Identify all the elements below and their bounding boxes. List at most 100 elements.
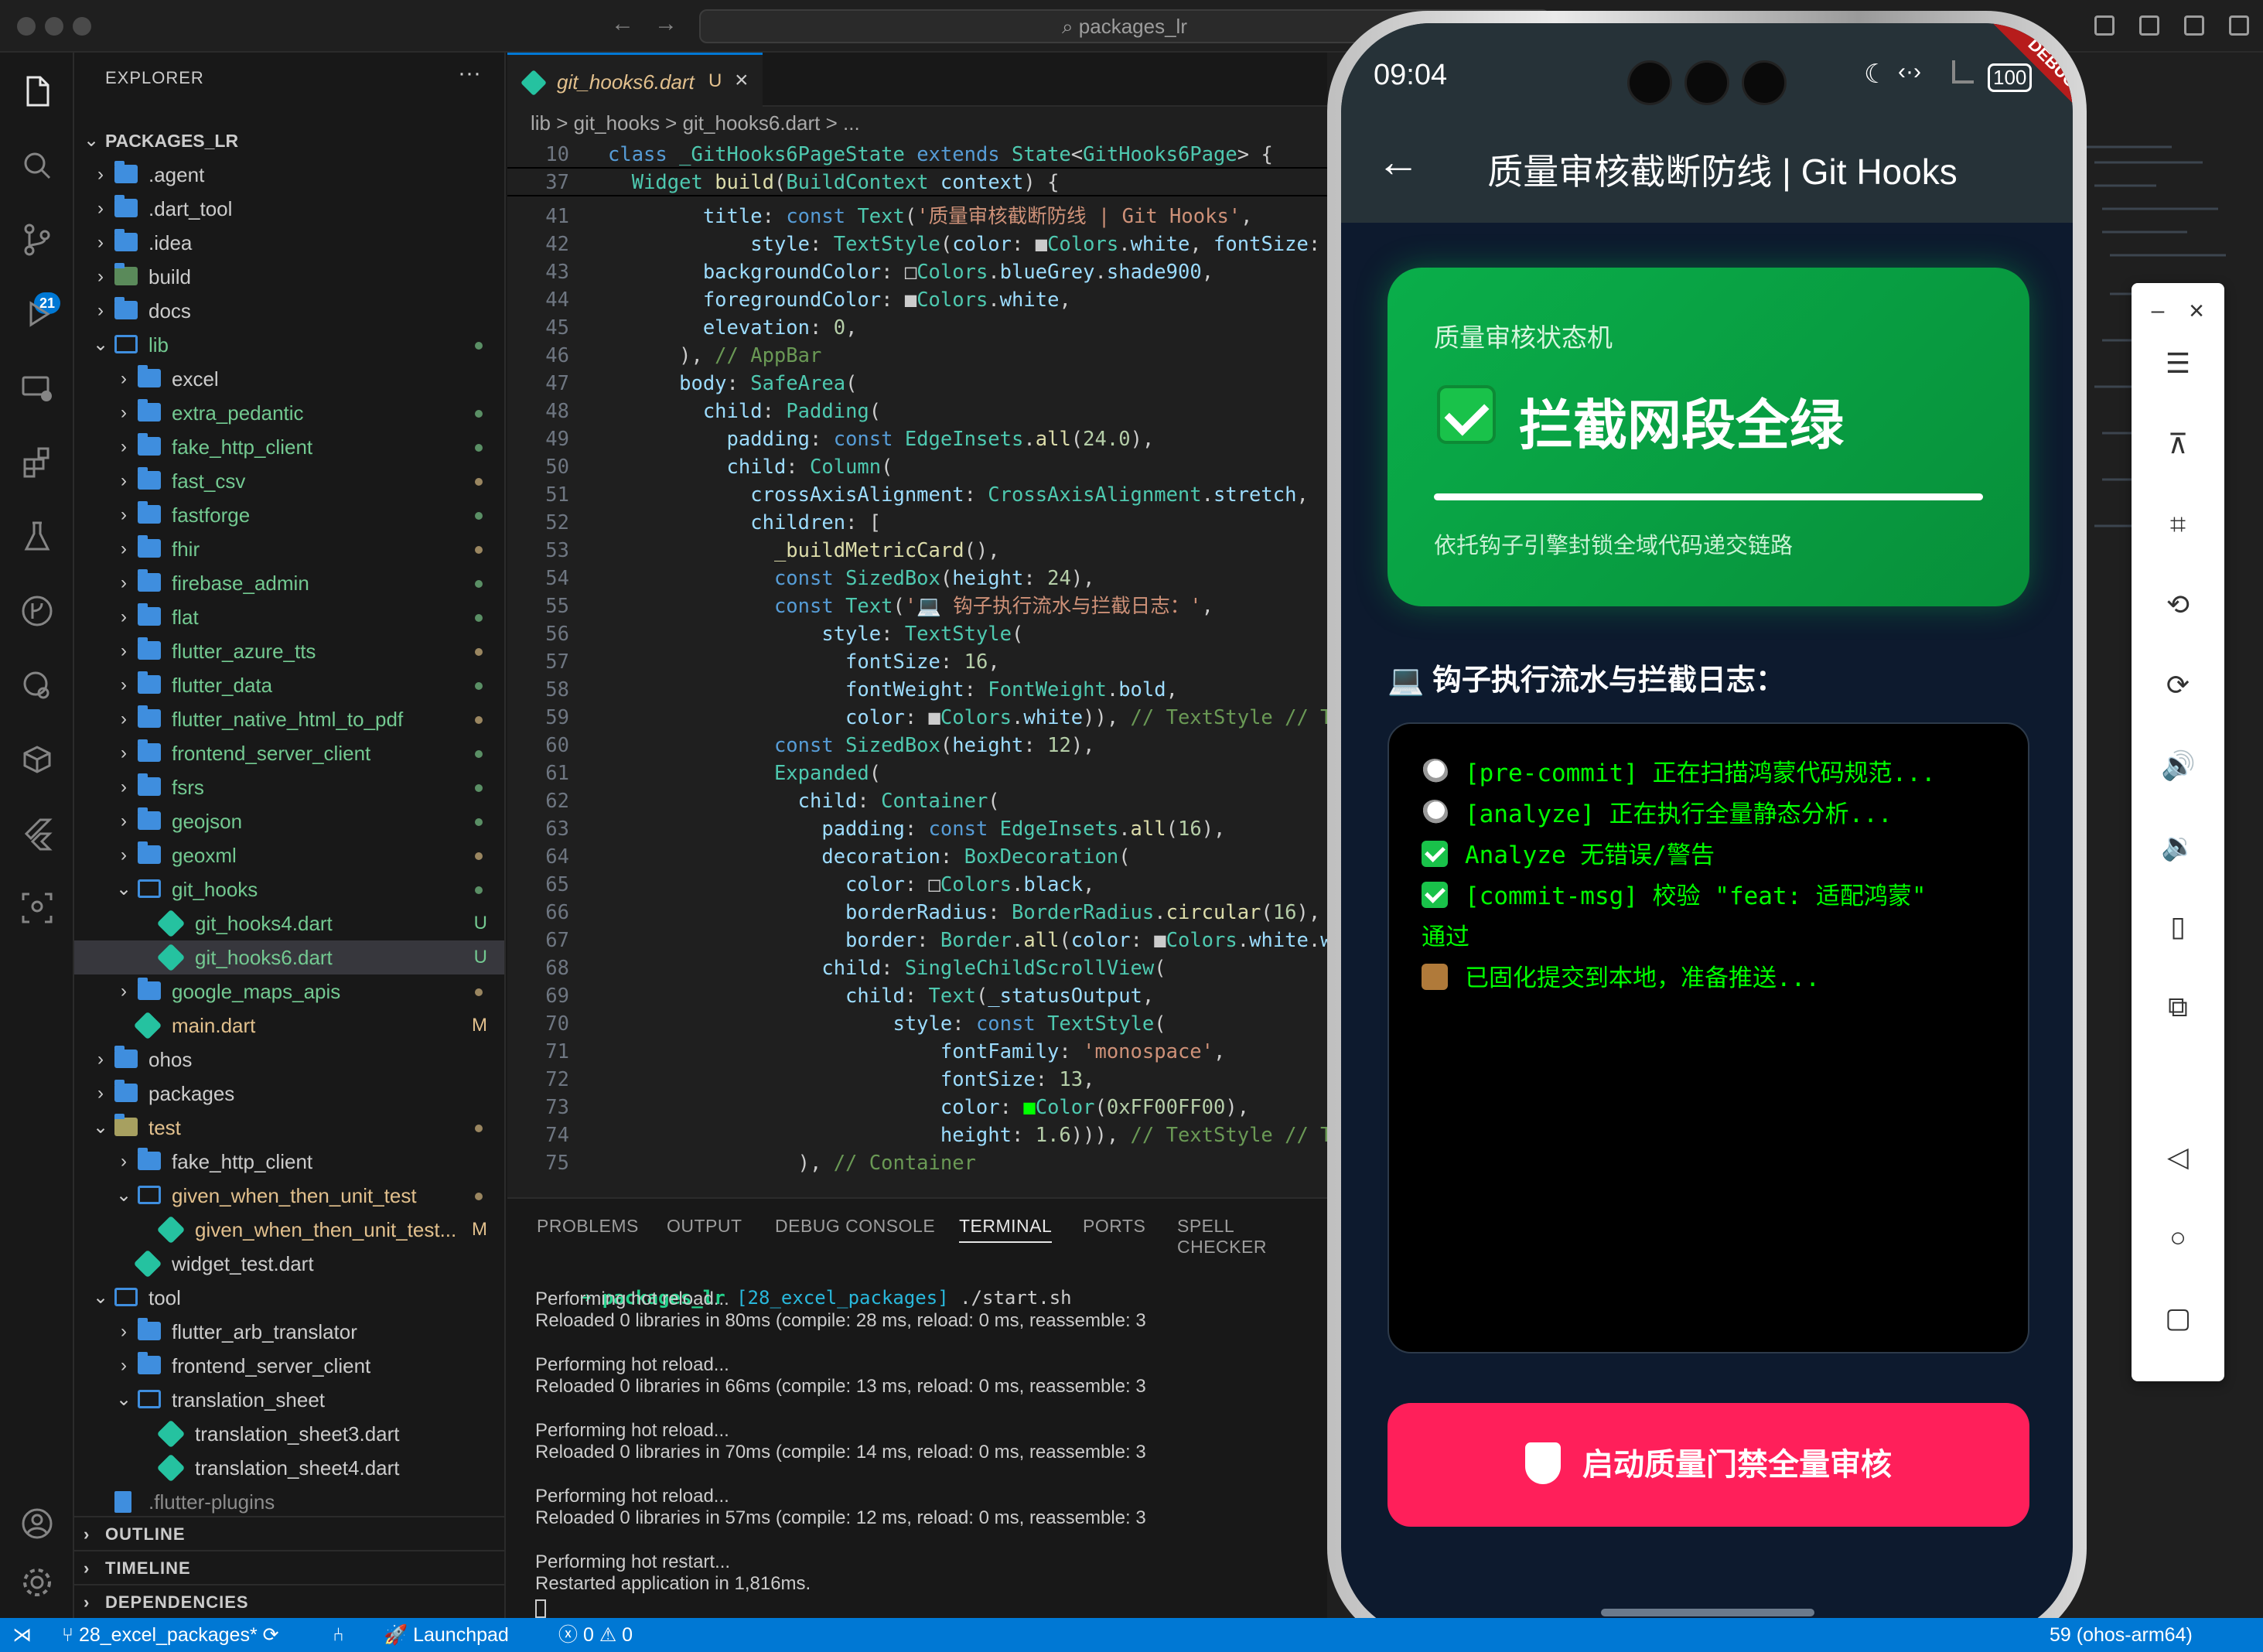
search-icon[interactable] xyxy=(20,148,54,183)
tree-item[interactable]: › docs xyxy=(74,294,504,328)
tree-item[interactable]: given_when_then_unit_test... M xyxy=(74,1213,504,1247)
tree-item[interactable]: › fake_http_client xyxy=(74,430,504,464)
explorer-icon[interactable] xyxy=(20,74,54,108)
tree-item[interactable]: main.dart M xyxy=(74,1009,504,1043)
remote-icon[interactable]: ⋊ xyxy=(12,1618,32,1652)
rotate-right-icon[interactable]: ⟳ xyxy=(2161,668,2195,702)
back-arrow-icon[interactable]: ← xyxy=(611,11,634,37)
tree-item[interactable]: ⌄ tool xyxy=(74,1281,504,1315)
tree-item[interactable]: › flat xyxy=(74,600,504,634)
git-graph-status-icon[interactable]: ⑃ xyxy=(333,1618,344,1652)
tree-item[interactable]: › flutter_azure_tts xyxy=(74,634,504,668)
tree-item[interactable]: › geoxml xyxy=(74,838,504,872)
tree-item[interactable]: › excel xyxy=(74,362,504,396)
tree-item[interactable]: .flutter-plugins xyxy=(74,1485,504,1519)
tree-item[interactable]: widget_test.dart xyxy=(74,1247,504,1281)
close-icon[interactable]: × xyxy=(2179,294,2214,328)
workspace-root[interactable]: ⌄ PACKAGES_LR xyxy=(74,124,504,158)
remote-explorer-icon[interactable] xyxy=(20,371,54,405)
problems-indicator[interactable]: ⓧ 0 ⚠ 0 xyxy=(558,1618,633,1652)
log-output-box[interactable]: [pre-commit] 正在扫描鸿蒙代码规范... [analyze] 正在执行… xyxy=(1387,722,2029,1353)
code-editor[interactable]: 10 class _GitHooks6PageState extends Stat… xyxy=(507,141,1327,1197)
nav-recents-icon[interactable]: ▢ xyxy=(2161,1301,2195,1335)
gitlens-icon[interactable] xyxy=(20,668,54,702)
pin-off-icon[interactable]: ⊼ xyxy=(2161,427,2195,461)
flutter-icon[interactable] xyxy=(20,817,54,851)
nav-home-icon[interactable]: ○ xyxy=(2161,1220,2195,1254)
tree-item[interactable]: › frontend_server_client xyxy=(74,736,504,770)
outline-section[interactable]: › OUTLINE xyxy=(74,1516,504,1550)
nav-back-icon[interactable]: ◁ xyxy=(2161,1140,2195,1174)
crop-icon[interactable]: ⌗ xyxy=(2161,507,2195,541)
tree-item[interactable]: git_hooks6.dart U xyxy=(74,940,504,974)
tree-item[interactable]: ⌄ translation_sheet xyxy=(74,1383,504,1417)
rotate-left-icon[interactable]: ⟲ xyxy=(2161,588,2195,622)
panel-tab-output[interactable]: OUTPUT xyxy=(667,1216,742,1237)
panel-tab-debug-console[interactable]: DEBUG CONSOLE xyxy=(775,1216,935,1237)
tree-item[interactable]: › .idea xyxy=(74,226,504,260)
toggle-sidebar-icon[interactable] xyxy=(2139,15,2159,36)
volume-up-icon[interactable]: 🔊 xyxy=(2161,749,2196,783)
minimize-window-button[interactable] xyxy=(45,17,63,36)
close-window-button[interactable] xyxy=(17,17,36,36)
tab-git-hooks6[interactable]: git_hooks6.dart U × xyxy=(507,53,763,107)
tree-item[interactable]: › fast_csv xyxy=(74,464,504,498)
extensions-icon[interactable] xyxy=(20,445,54,480)
volume-down-icon[interactable]: 🔉 xyxy=(2161,829,2196,863)
run-debug-icon[interactable] xyxy=(20,297,54,331)
zoom-window-button[interactable] xyxy=(73,17,91,36)
tree-item[interactable]: › fake_http_client xyxy=(74,1145,504,1179)
start-audit-button[interactable]: 启动质量门禁全量审核 xyxy=(1387,1403,2029,1527)
accounts-icon[interactable] xyxy=(20,1507,54,1541)
tree-item[interactable]: › flutter_arb_translator xyxy=(74,1315,504,1349)
tab-close-icon[interactable]: × xyxy=(735,67,749,94)
tree-item[interactable]: › fastforge xyxy=(74,498,504,532)
tree-item[interactable]: › flutter_native_html_to_pdf xyxy=(74,702,504,736)
source-control-icon[interactable] xyxy=(20,223,54,257)
settings-gear-icon[interactable] xyxy=(20,1565,54,1599)
menu-icon[interactable]: ☰ xyxy=(2161,346,2195,381)
tree-item[interactable]: › frontend_server_client xyxy=(74,1349,504,1383)
panel-tab-spell-checker[interactable]: SPELL CHECKER xyxy=(1177,1216,1327,1258)
tree-item[interactable]: › .agent xyxy=(74,158,504,192)
screen-rotate-icon[interactable]: ▯ xyxy=(2161,910,2195,944)
toggle-panel-icon[interactable] xyxy=(2184,15,2204,36)
tree-item[interactable]: › .dart_tool xyxy=(74,192,504,226)
explorer-more-actions-button[interactable]: ··· xyxy=(458,60,481,87)
tree-item[interactable]: › packages xyxy=(74,1077,504,1111)
tree-item[interactable]: › fhir xyxy=(74,532,504,566)
branch-indicator[interactable]: ⑂ 28_excel_packages* ⟳ xyxy=(62,1618,279,1652)
tree-item[interactable]: ⌄ given_when_then_unit_test xyxy=(74,1179,504,1213)
tree-item[interactable]: › build xyxy=(74,260,504,294)
tree-item[interactable]: › firebase_admin xyxy=(74,566,504,600)
tree-item[interactable]: › google_maps_apis xyxy=(74,974,504,1009)
tree-item[interactable]: › ohos xyxy=(74,1043,504,1077)
toggle-secondary-sidebar-icon[interactable] xyxy=(2229,15,2249,36)
tree-item[interactable]: translation_sheet3.dart xyxy=(74,1417,504,1451)
tree-item[interactable]: › flutter_data xyxy=(74,668,504,702)
tree-item[interactable]: translation_sheet4.dart xyxy=(74,1451,504,1485)
panel-tab-problems[interactable]: PROBLEMS xyxy=(537,1216,639,1237)
containers-icon[interactable] xyxy=(20,742,54,777)
breadcrumb[interactable]: lib > git_hooks > git_hooks6.dart > ... xyxy=(531,111,860,135)
tree-item[interactable]: › fsrs xyxy=(74,770,504,804)
customize-layout-icon[interactable] xyxy=(2094,15,2115,36)
git-graph-icon[interactable] xyxy=(20,594,54,628)
device-indicator[interactable]: 59 (ohos-arm64) xyxy=(2050,1618,2193,1652)
panel-tab-ports[interactable]: PORTS xyxy=(1083,1216,1145,1237)
tree-item[interactable]: ⌄ git_hooks xyxy=(74,872,504,906)
minimize-icon[interactable]: – xyxy=(2141,294,2175,328)
tree-item[interactable]: git_hooks4.dart U xyxy=(74,906,504,940)
tree-item[interactable]: ⌄ lib xyxy=(74,328,504,362)
dependencies-section[interactable]: › DEPENDENCIES xyxy=(74,1584,504,1618)
launchpad-item[interactable]: 🚀 Launchpad xyxy=(384,1618,509,1652)
panel-tab-terminal[interactable]: TERMINAL xyxy=(959,1216,1053,1243)
home-indicator[interactable] xyxy=(1601,1609,1814,1616)
tree-item[interactable]: › extra_pedantic xyxy=(74,396,504,430)
inspect-icon[interactable] xyxy=(20,891,54,925)
fold-icon[interactable]: ⧉ xyxy=(2161,990,2195,1024)
tree-item[interactable]: › geojson xyxy=(74,804,504,838)
timeline-section[interactable]: › TIMELINE xyxy=(74,1550,504,1584)
forward-arrow-icon[interactable]: → xyxy=(654,11,678,37)
testing-icon[interactable] xyxy=(20,520,54,554)
